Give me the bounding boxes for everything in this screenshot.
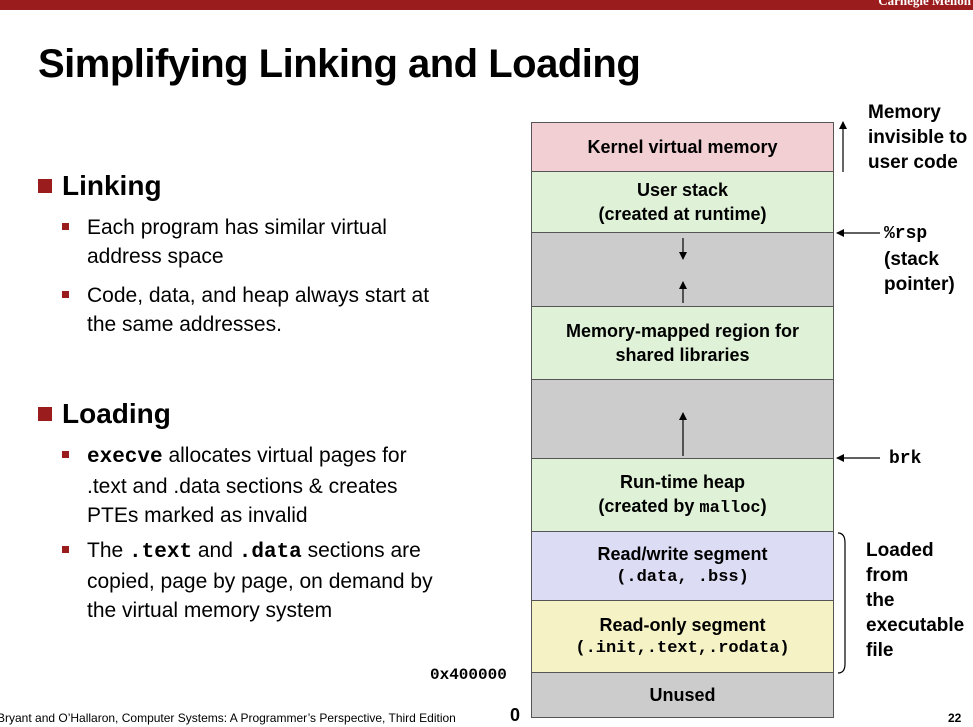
invisible-label-line3: user code xyxy=(868,152,958,173)
invisible-label: Memory invisible to user code xyxy=(868,100,967,175)
loaded-label-line4: executable xyxy=(866,615,965,636)
start-address-label: 0x400000 xyxy=(430,666,507,684)
rsp-label-line2: (stack xyxy=(884,249,939,270)
loaded-label: Loaded from the executable file xyxy=(866,538,964,663)
brk-label: brk xyxy=(889,449,922,469)
loaded-label-line3: the xyxy=(866,590,895,611)
loaded-label-line2: from xyxy=(866,565,909,586)
rsp-label-line3: pointer) xyxy=(884,274,955,295)
footer-citation: Bryant and O’Hallaron, Computer Systems:… xyxy=(0,711,456,725)
invisible-label-line1: Memory xyxy=(868,102,941,123)
loaded-label-line1: Loaded xyxy=(866,540,934,561)
rsp-code: %rsp xyxy=(884,224,928,244)
invisible-label-line2: invisible to xyxy=(868,127,968,148)
rsp-label: %rsp (stack pointer) xyxy=(884,222,955,297)
zero-address-label: 0 xyxy=(510,705,521,725)
loaded-label-line5: file xyxy=(866,640,894,661)
loaded-bracket xyxy=(837,532,846,674)
diagram-arrows xyxy=(679,121,880,674)
page-number: 22 xyxy=(948,711,962,725)
